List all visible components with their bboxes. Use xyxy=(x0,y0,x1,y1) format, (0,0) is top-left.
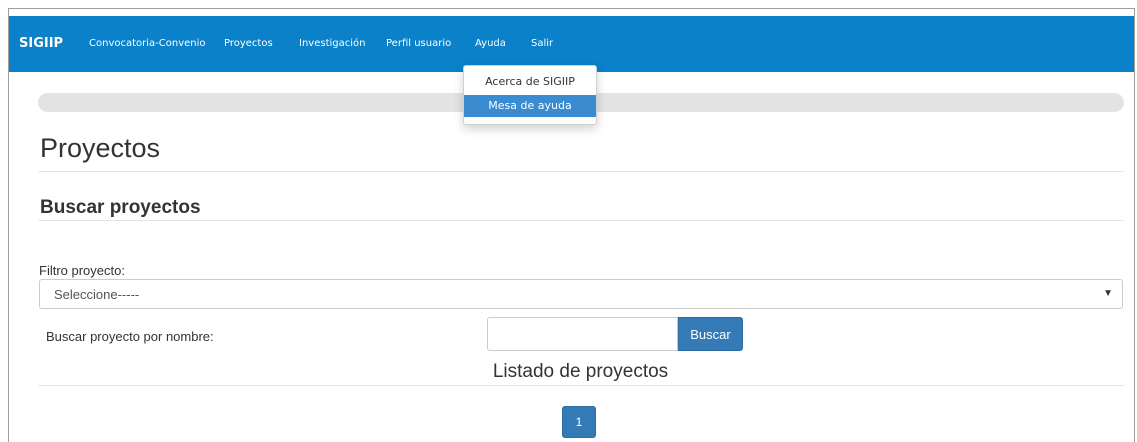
page-title: Proyectos xyxy=(40,133,161,163)
nav-item-ayuda[interactable]: Ayuda xyxy=(475,38,506,49)
brand-link[interactable]: SIGIIP xyxy=(19,36,63,51)
top-navbar: SIGIIP Convocatoria-Convenio Proyectos I… xyxy=(9,16,1134,72)
list-divider xyxy=(38,385,1124,386)
search-button[interactable]: Buscar xyxy=(678,317,743,351)
section-divider xyxy=(38,220,1124,221)
ayuda-dropdown-menu: Acerca de SIGIIP Mesa de ayuda xyxy=(463,65,597,125)
browser-frame: SIGIIP Convocatoria-Convenio Proyectos I… xyxy=(8,8,1135,442)
nav-item-perfil-usuario[interactable]: Perfil usuario xyxy=(386,38,451,49)
nav-item-investigacion[interactable]: Investigación xyxy=(299,38,365,49)
top-edge xyxy=(0,0,1137,8)
dropdown-item-acerca-de-sigiip[interactable]: Acerca de SIGIIP xyxy=(464,71,596,93)
title-divider xyxy=(38,171,1124,172)
nav-item-proyectos[interactable]: Proyectos xyxy=(224,38,273,49)
project-name-input[interactable] xyxy=(487,317,678,351)
nav-item-salir[interactable]: Salir xyxy=(531,38,553,49)
project-filter-select[interactable]: Seleccione----- ▼ xyxy=(39,279,1123,309)
search-label: Buscar proyecto por nombre: xyxy=(46,329,214,344)
chevron-down-icon: ▼ xyxy=(1103,288,1113,299)
filter-label: Filtro proyecto: xyxy=(39,263,125,278)
section-title: Buscar proyectos xyxy=(40,197,201,218)
dropdown-item-mesa-de-ayuda[interactable]: Mesa de ayuda xyxy=(464,95,596,117)
list-title: Listado de proyectos xyxy=(492,361,669,382)
nav-item-convocatoria-convenio[interactable]: Convocatoria-Convenio xyxy=(89,38,206,49)
pagination-page-button[interactable]: 1 xyxy=(562,406,596,438)
select-value: Seleccione----- xyxy=(54,287,140,302)
